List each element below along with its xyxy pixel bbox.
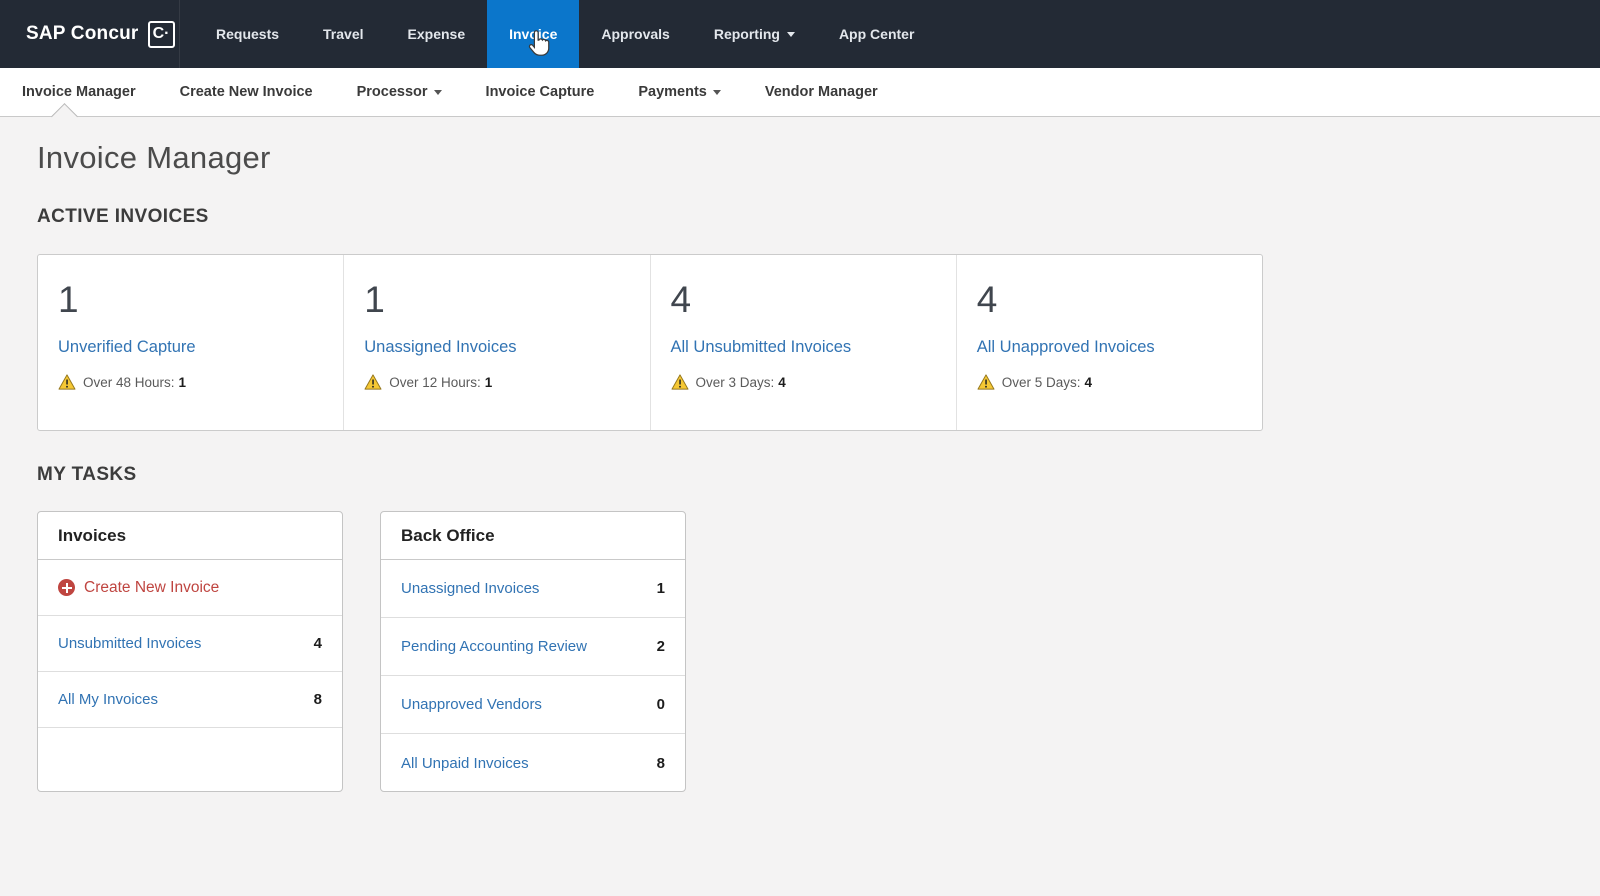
card-all-unapproved-invoices: 4 All Unapproved Invoices Over 5 Days: 4 [955, 255, 1262, 430]
all-unpaid-invoices-row[interactable]: All Unpaid Invoices 8 [381, 734, 685, 791]
card-warning: Over 48 Hours: 1 [58, 374, 325, 390]
invoices-task-panel: Invoices Create New Invoice Unsubmitted … [37, 511, 343, 792]
sub-nav-create-new-invoice[interactable]: Create New Invoice [180, 84, 313, 100]
card-unverified-capture: 1 Unverified Capture Over 48 Hours: 1 [38, 255, 343, 430]
all-unapproved-invoices-link[interactable]: All Unapproved Invoices [977, 338, 1155, 357]
unsubmitted-invoices-link[interactable]: Unsubmitted Invoices [58, 635, 201, 652]
top-nav-invoice-label: Invoice [509, 26, 558, 42]
my-tasks-heading: MY TASKS [37, 464, 137, 485]
pending-accounting-review-count: 2 [656, 638, 665, 655]
card-count: 4 [670, 279, 692, 320]
pending-accounting-review-row[interactable]: Pending Accounting Review 2 [381, 618, 685, 676]
page-title: Invoice Manager [37, 140, 271, 175]
main-content: Invoice Manager ACTIVE INVOICES 1 Unveri… [0, 140, 1600, 792]
brand-logo: SAP Concur C· [0, 0, 180, 68]
top-nav-reporting[interactable]: Reporting [692, 0, 817, 68]
all-my-invoices-link[interactable]: All My Invoices [58, 691, 158, 708]
top-nav-invoice[interactable]: Invoice [487, 0, 580, 68]
warning-triangle-icon [58, 374, 76, 390]
create-new-invoice-label: Create New Invoice [84, 578, 220, 596]
warning-label: Over 3 Days: [695, 374, 775, 390]
warning-count: 1 [484, 374, 493, 390]
invoices-panel-title: Invoices [38, 512, 342, 560]
create-new-invoice-action: Create New Invoice [58, 579, 219, 597]
top-nav-reporting-label: Reporting [713, 26, 780, 42]
chevron-down-icon [433, 89, 442, 95]
unapproved-vendors-count: 0 [656, 696, 665, 713]
sub-nav-processor-label: Processor [356, 84, 428, 100]
warning-triangle-icon [671, 374, 688, 390]
sub-nav-vendor-manager[interactable]: Vendor Manager [765, 84, 878, 100]
plus-circle-icon [58, 579, 75, 596]
active-tab-notch [51, 103, 78, 130]
back-office-task-panel: Back Office Unassigned Invoices 1 Pendin… [380, 511, 686, 792]
card-warning: Over 12 Hours: 1 [364, 374, 631, 390]
warning-label: Over 5 Days: [1001, 374, 1081, 390]
card-warning: Over 3 Days: 4 [671, 374, 938, 390]
card-all-unsubmitted-invoices: 4 All Unsubmitted Invoices Over 3 Days: … [649, 255, 956, 430]
brand-name: SAP Concur [26, 23, 139, 44]
warning-count: 1 [178, 374, 187, 390]
warning-triangle-icon [977, 374, 995, 390]
card-count: 1 [364, 279, 385, 320]
top-nav-requests[interactable]: Requests [194, 0, 301, 68]
unassigned-invoices-link[interactable]: Unassigned Invoices [364, 338, 516, 357]
my-tasks-panels: Invoices Create New Invoice Unsubmitted … [37, 511, 1563, 792]
unapproved-vendors-row[interactable]: Unapproved Vendors 0 [381, 676, 685, 734]
back-office-panel-title: Back Office [381, 512, 685, 560]
warning-label: Over 12 Hours: [389, 374, 481, 390]
card-unassigned-invoices: 1 Unassigned Invoices Over 12 Hours: 1 [343, 255, 649, 430]
top-nav-travel[interactable]: Travel [301, 0, 385, 68]
warning-count: 4 [778, 374, 786, 390]
empty-row [38, 728, 342, 791]
card-count: 4 [976, 279, 998, 320]
active-invoices-panel: 1 Unverified Capture Over 48 Hours: 1 1 … [37, 254, 1263, 431]
warning-triangle-icon [364, 374, 382, 390]
unverified-capture-link[interactable]: Unverified Capture [58, 338, 196, 357]
warning-count: 4 [1084, 374, 1093, 390]
chevron-down-icon [786, 31, 795, 37]
create-new-invoice-row[interactable]: Create New Invoice [38, 560, 342, 616]
invoice-sub-nav: Invoice Manager Create New Invoice Proce… [0, 68, 1600, 130]
top-nav-items: Requests Travel Expense Invoice Approval… [194, 0, 936, 68]
active-invoices-heading: ACTIVE INVOICES [37, 206, 209, 227]
top-nav-app-center[interactable]: App Center [817, 0, 936, 68]
concur-c-icon: C· [147, 20, 175, 48]
top-nav-approvals[interactable]: Approvals [579, 0, 691, 68]
unapproved-vendors-link[interactable]: Unapproved Vendors [401, 696, 542, 713]
sub-nav-processor[interactable]: Processor [357, 84, 442, 100]
sub-nav-invoice-capture[interactable]: Invoice Capture [486, 84, 595, 100]
top-nav-expense[interactable]: Expense [386, 0, 488, 68]
all-unsubmitted-invoices-link[interactable]: All Unsubmitted Invoices [671, 338, 852, 357]
unassigned-invoices-count: 1 [656, 580, 665, 597]
sub-nav-payments-label: Payments [638, 84, 707, 100]
unsubmitted-invoices-row[interactable]: Unsubmitted Invoices 4 [38, 616, 342, 672]
chevron-down-icon [712, 89, 721, 95]
all-my-invoices-row[interactable]: All My Invoices 8 [38, 672, 342, 728]
card-count: 1 [58, 279, 79, 320]
pending-accounting-review-link[interactable]: Pending Accounting Review [401, 638, 587, 655]
all-my-invoices-count: 8 [313, 691, 322, 708]
all-unpaid-invoices-link[interactable]: All Unpaid Invoices [401, 755, 529, 772]
top-nav-bar: SAP Concur C· Requests Travel Expense In… [0, 0, 1600, 68]
all-unpaid-invoices-count: 8 [656, 754, 665, 772]
sub-nav-invoice-manager[interactable]: Invoice Manager [22, 84, 136, 100]
unassigned-invoices-link[interactable]: Unassigned Invoices [401, 580, 539, 597]
sub-nav-payments[interactable]: Payments [638, 84, 721, 100]
unsubmitted-invoices-count: 4 [313, 635, 322, 652]
unassigned-invoices-row[interactable]: Unassigned Invoices 1 [381, 560, 685, 618]
card-warning: Over 5 Days: 4 [977, 374, 1244, 390]
warning-label: Over 48 Hours: [83, 374, 175, 390]
